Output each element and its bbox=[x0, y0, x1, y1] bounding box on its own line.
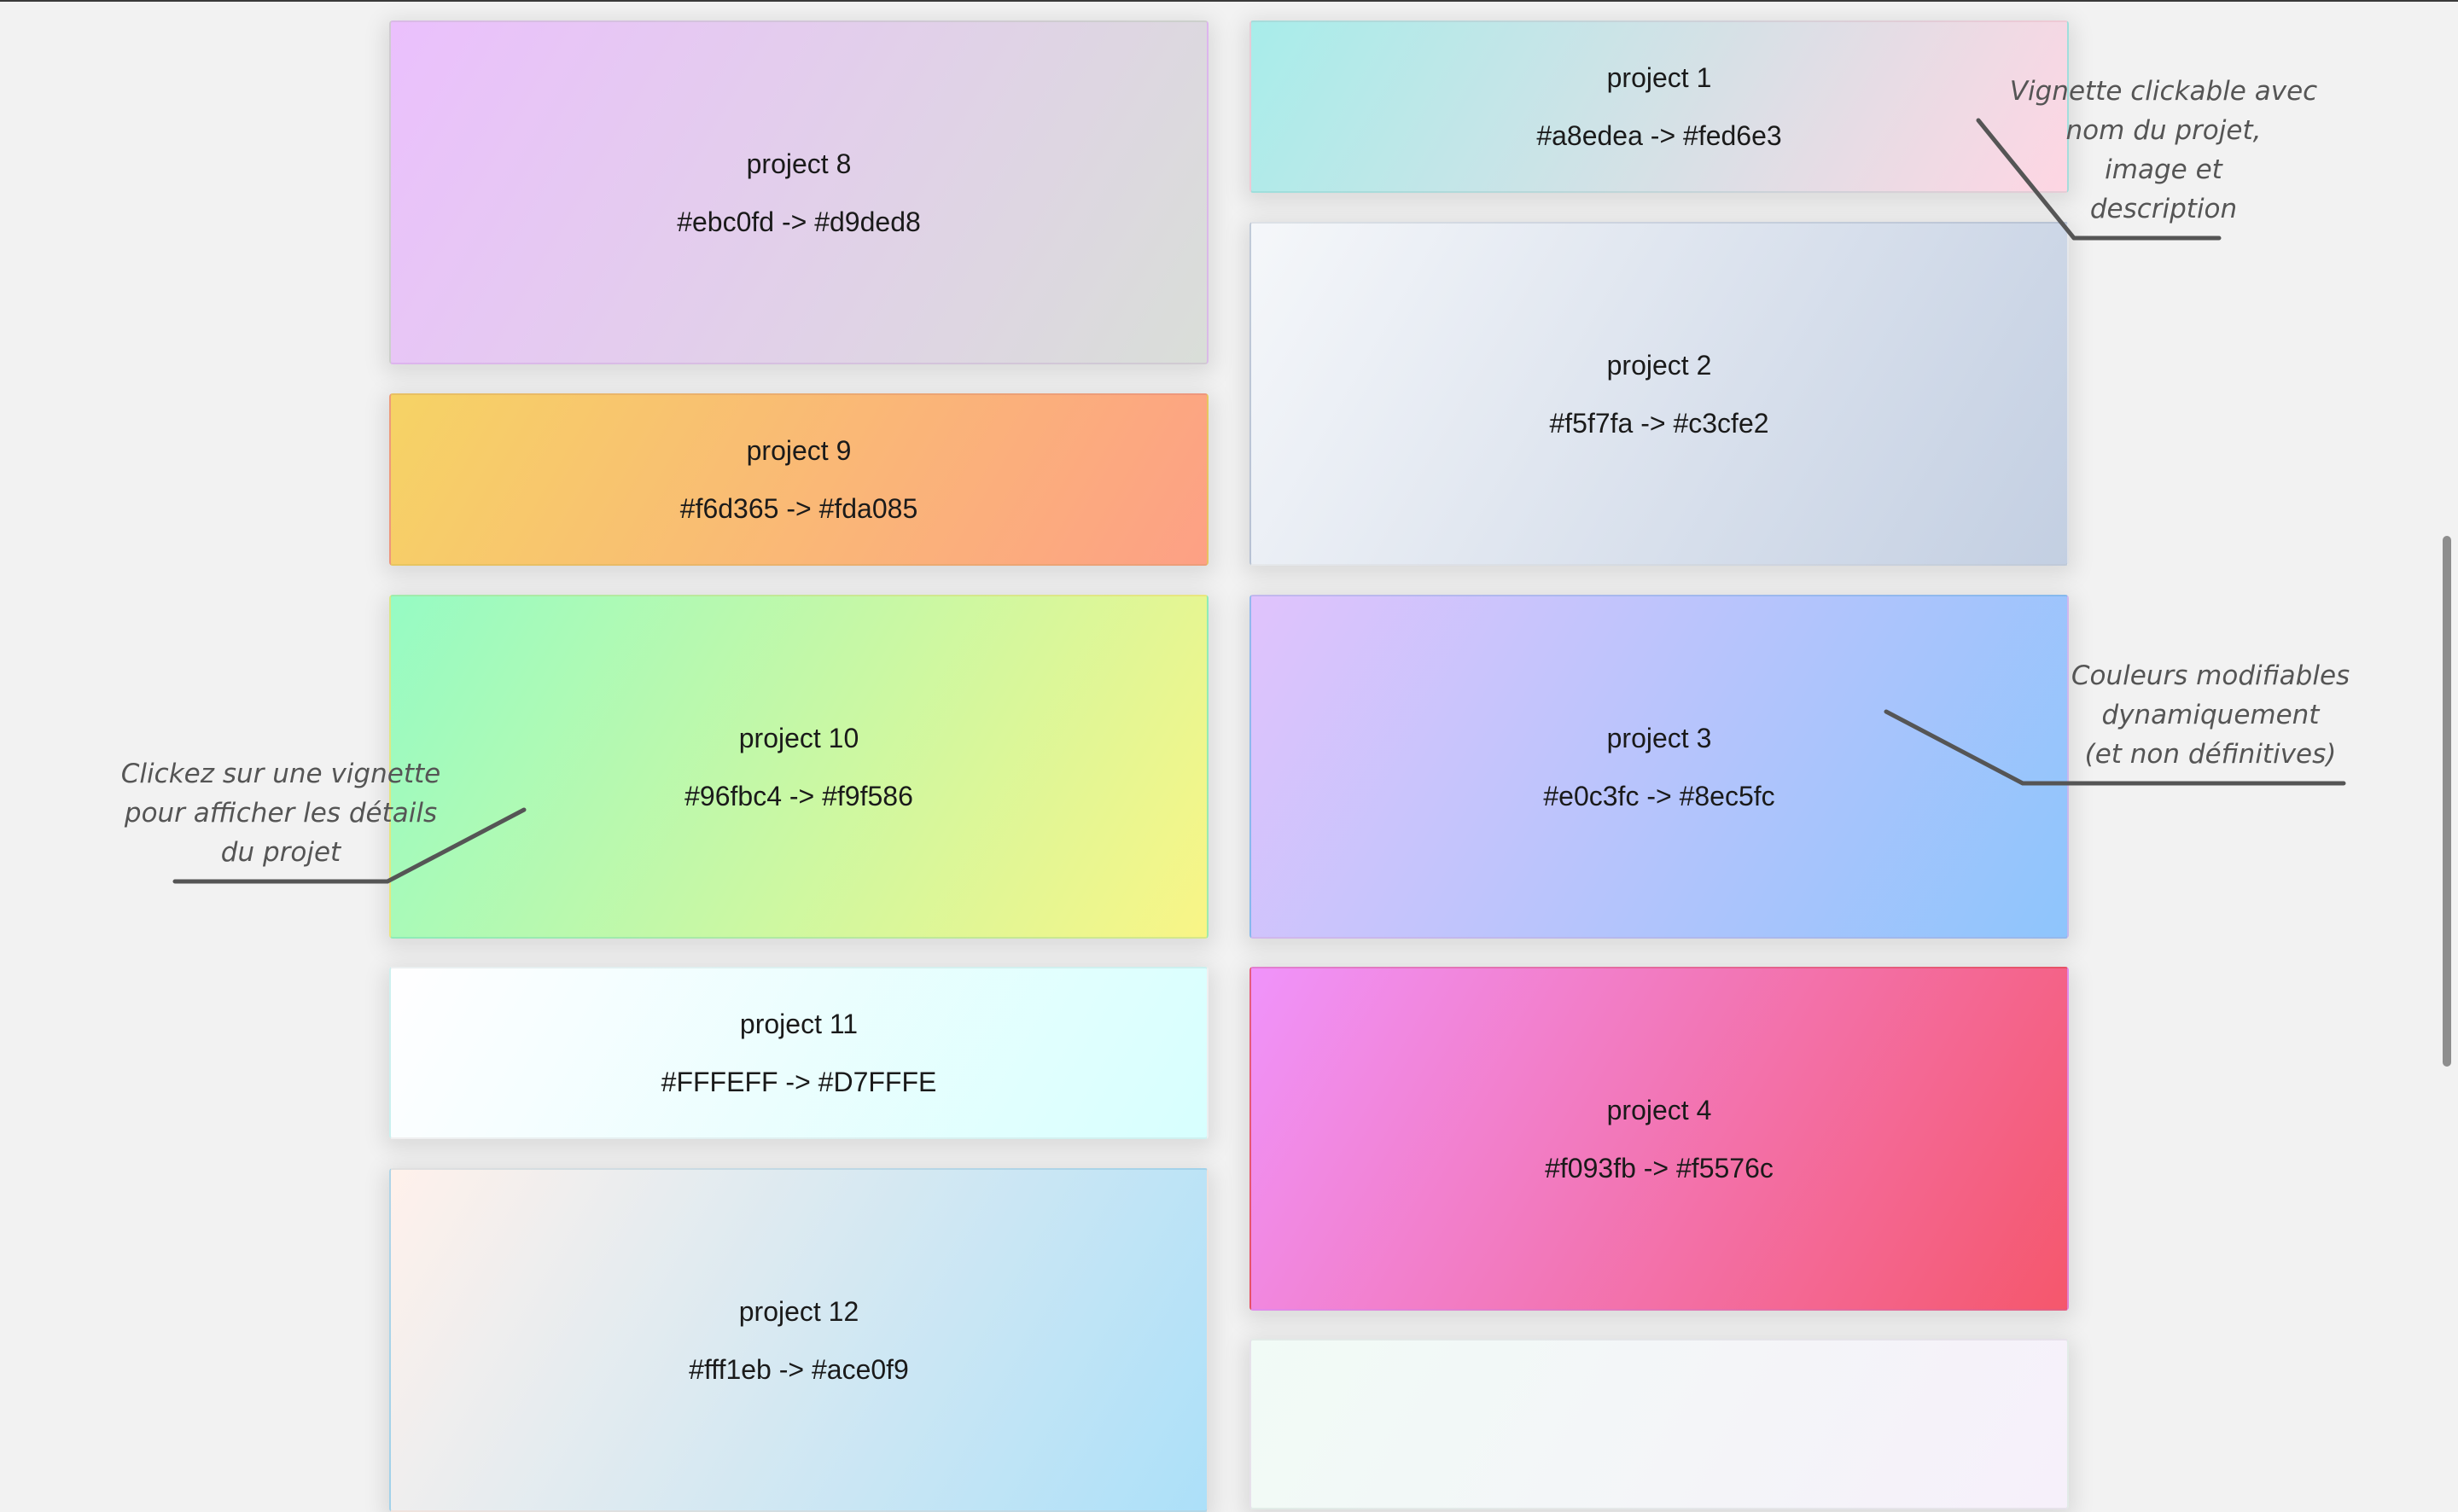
window-top-border bbox=[0, 0, 2458, 2]
project-card[interactable]: project 3 #e0c3fc -> #8ec5fc bbox=[1249, 595, 2069, 939]
project-gradient-label: #FFFEFF -> #D7FFFE bbox=[661, 1067, 937, 1097]
project-name: project 11 bbox=[739, 1009, 859, 1039]
project-name: project 9 bbox=[746, 435, 852, 466]
project-card[interactable]: project 8 #ebc0fd -> #d9ded8 bbox=[389, 20, 1209, 364]
annotation-click: Clickez sur une vignette pour afficher l… bbox=[93, 754, 469, 872]
project-card[interactable] bbox=[1249, 1339, 2069, 1509]
annotation-line: Vignette clickable avec bbox=[2009, 76, 2318, 107]
project-card[interactable]: project 11 #FFFEFF -> #D7FFFE bbox=[389, 967, 1209, 1139]
annotation-line: description bbox=[2089, 194, 2238, 224]
annotation-line: dynamiquement bbox=[2101, 700, 2320, 730]
scrollbar-thumb[interactable] bbox=[2443, 536, 2451, 1067]
project-card[interactable]: project 4 #f093fb -> #f5576c bbox=[1249, 967, 2069, 1311]
project-gradient-label: #a8edea -> #fed6e3 bbox=[1536, 120, 1782, 151]
project-name: project 1 bbox=[1606, 62, 1712, 93]
project-name: project 4 bbox=[1606, 1094, 1712, 1125]
project-gradient-label: #e0c3fc -> #8ec5fc bbox=[1543, 780, 1775, 811]
annotation-line: pour afficher les détails bbox=[124, 798, 438, 829]
annotation-line: image et bbox=[2105, 154, 2222, 185]
project-card[interactable]: project 1 #a8edea -> #fed6e3 bbox=[1249, 20, 2069, 193]
project-card[interactable]: project 12 #fff1eb -> #ace0f9 bbox=[389, 1168, 1209, 1512]
annotation-line: Couleurs modifiables bbox=[2071, 660, 2350, 691]
project-name: project 3 bbox=[1606, 722, 1712, 753]
project-gradient-label: #f093fb -> #f5576c bbox=[1545, 1152, 1774, 1183]
project-gradient-label: #f5f7fa -> #c3cfe2 bbox=[1549, 407, 1769, 439]
annotation-line: Clickez sur une vignette bbox=[120, 759, 441, 789]
project-card[interactable]: project 9 #f6d365 -> #fda085 bbox=[389, 393, 1209, 566]
project-name: project 10 bbox=[738, 722, 859, 753]
annotation-thumbnail: Vignette clickable avec nom du projet, i… bbox=[1976, 72, 2351, 229]
project-gradient-label: #96fbc4 -> #f9f586 bbox=[684, 780, 913, 811]
project-gradient-label: #f6d365 -> #fda085 bbox=[679, 493, 918, 524]
project-card[interactable]: project 10 #96fbc4 -> #f9f586 bbox=[389, 595, 1209, 939]
annotation-line: du projet bbox=[220, 837, 341, 868]
project-name: project 8 bbox=[746, 148, 852, 179]
annotation-line: nom du projet, bbox=[2065, 115, 2262, 146]
project-gradient-label: #fff1eb -> #ace0f9 bbox=[689, 1353, 909, 1385]
project-gradient-label: #ebc0fd -> #d9ded8 bbox=[677, 206, 921, 237]
project-name: project 2 bbox=[1606, 349, 1712, 381]
project-name: project 12 bbox=[738, 1295, 859, 1327]
annotation-line: (et non définitives) bbox=[2084, 739, 2337, 770]
annotation-colors: Couleurs modifiables dynamiquement (et n… bbox=[2023, 656, 2398, 774]
project-card[interactable]: project 2 #f5f7fa -> #c3cfe2 bbox=[1249, 222, 2069, 566]
